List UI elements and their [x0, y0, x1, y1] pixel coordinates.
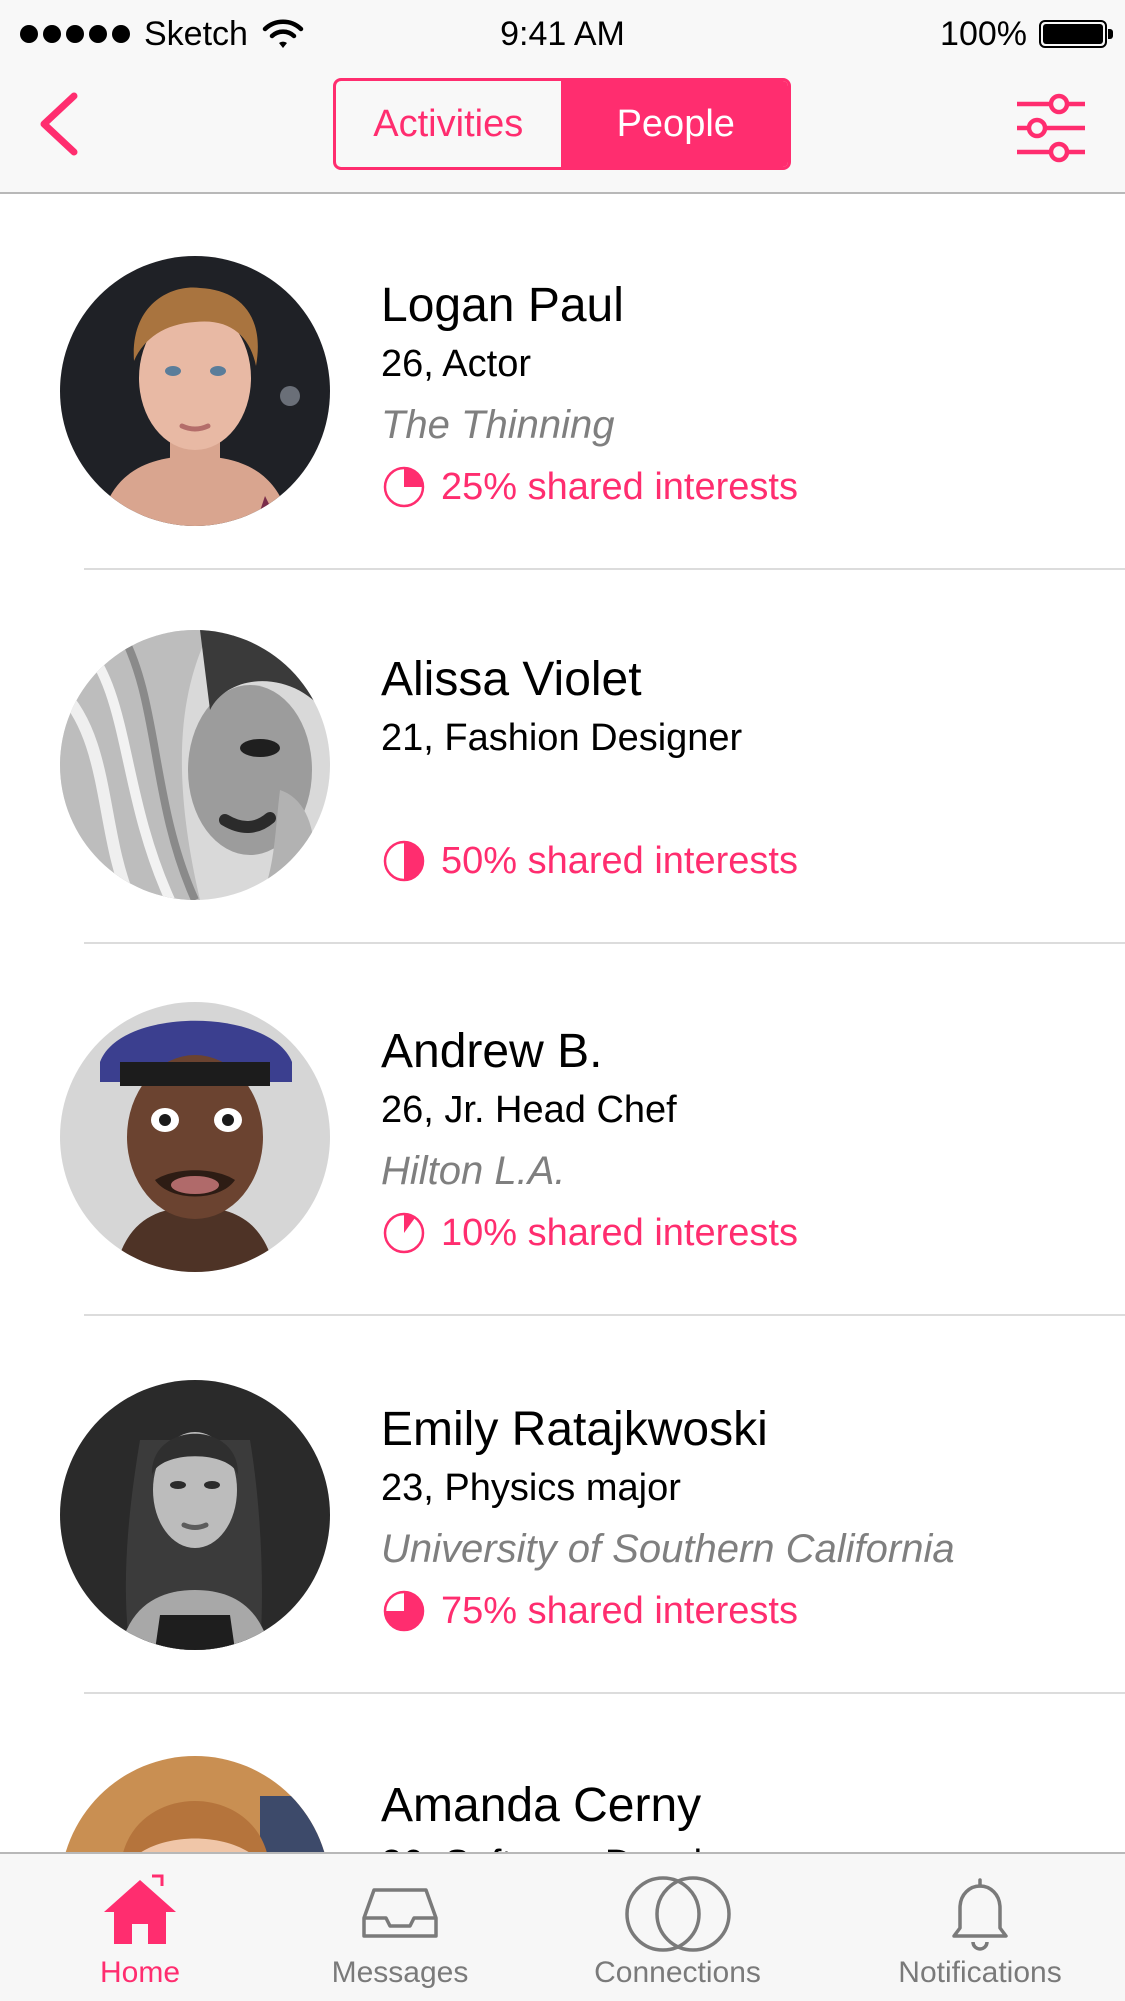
shared-interests-label: 10% shared interests [441, 1211, 798, 1254]
person-info: Alissa Violet 21, Fashion Designer 50% s… [381, 652, 1101, 892]
tab-messages[interactable]: Messages [280, 1854, 520, 2001]
person-info: Amanda Cerny 26, Software Developer [381, 1778, 1101, 1852]
filter-button[interactable] [1015, 92, 1087, 164]
person-name: Logan Paul [381, 279, 624, 332]
shared-interests: 25% shared interests [381, 456, 1101, 518]
tab-bar: Home Messages Connections Notifications [0, 1852, 1125, 2001]
person-row[interactable]: Andrew B. 26, Jr. Head Chef Hilton L.A. … [0, 942, 1125, 1316]
segment-activities[interactable]: Activities [336, 81, 561, 167]
shared-interests: 50% shared interests [381, 830, 1101, 892]
tab-notifications[interactable]: Notifications [835, 1854, 1125, 2001]
connections-icon [624, 1876, 731, 1952]
avatar [60, 1756, 330, 1852]
row-divider [84, 1314, 1125, 1316]
person-organization: Hilton L.A. [381, 1149, 566, 1193]
tab-label: Connections [594, 1956, 761, 1989]
shared-interests-label: 25% shared interests [441, 465, 798, 508]
person-row[interactable]: Amanda Cerny 26, Software Developer [0, 1696, 1125, 1852]
person-subtitle: 26, Jr. Head Chef [381, 1089, 677, 1131]
person-organization [381, 768, 1101, 830]
home-icon [104, 1874, 176, 1944]
avatar [60, 630, 330, 900]
status-right: 100% [940, 12, 1113, 56]
person-subtitle: 26, Actor [381, 343, 531, 385]
row-divider [84, 1692, 1125, 1694]
person-subtitle: 23, Physics major [381, 1467, 681, 1509]
pie-chart-icon [383, 840, 425, 882]
segmented-control: Activities People [333, 78, 791, 170]
pie-chart-icon [383, 466, 425, 508]
tab-connections[interactable]: Connections [520, 1854, 835, 2001]
shared-interests: 10% shared interests [381, 1202, 1101, 1264]
nav-bar: Activities People [0, 66, 1125, 194]
person-info: Andrew B. 26, Jr. Head Chef Hilton L.A. … [381, 1024, 1101, 1264]
person-name: Alissa Violet [381, 653, 642, 706]
person-organization: University of Southern California [381, 1527, 955, 1571]
person-subtitle: 21, Fashion Designer [381, 717, 743, 759]
person-organization: The Thinning [381, 403, 615, 447]
segment-people[interactable]: People [560, 81, 788, 167]
person-name: Andrew B. [381, 1025, 603, 1078]
person-name: Emily Ratajkwoski [381, 1403, 768, 1456]
bell-icon [952, 1878, 1008, 1951]
shared-interests-label: 75% shared interests [441, 1589, 798, 1632]
avatar [60, 1002, 330, 1272]
sliders-icon [1017, 93, 1085, 163]
person-subtitle: 26, Software Developer [381, 1834, 1101, 1852]
person-info: Emily Ratajkwoski 23, Physics major Univ… [381, 1402, 1101, 1642]
tab-label: Home [99, 1956, 181, 1989]
pie-chart-icon [383, 1590, 425, 1632]
battery-icon [1039, 20, 1113, 48]
shared-interests-label: 50% shared interests [441, 839, 798, 882]
person-row[interactable]: Alissa Violet 21, Fashion Designer 50% s… [0, 570, 1125, 944]
person-row[interactable]: Emily Ratajkwoski 23, Physics major Univ… [0, 1320, 1125, 1694]
back-button[interactable] [34, 86, 90, 166]
shared-interests: 75% shared interests [381, 1580, 1101, 1642]
chevron-left-icon [40, 92, 78, 156]
tab-label: Messages [331, 1956, 469, 1989]
person-row[interactable]: Logan Paul 26, Actor The Thinning 25% sh… [0, 196, 1125, 570]
inbox-icon [362, 1888, 438, 1938]
pie-chart-icon [383, 1212, 425, 1254]
people-list: Logan Paul 26, Actor The Thinning 25% sh… [0, 196, 1125, 1852]
person-name: Amanda Cerny [381, 1779, 702, 1832]
tab-label: Notifications [898, 1956, 1062, 1989]
avatar [60, 1380, 330, 1650]
avatar [60, 256, 330, 526]
status-bar: Sketch 9:41 AM 100% [0, 0, 1125, 66]
battery-percent: 100% [940, 14, 1027, 53]
person-info: Logan Paul 26, Actor The Thinning 25% sh… [381, 278, 1101, 518]
tab-home[interactable]: Home [0, 1854, 280, 2001]
